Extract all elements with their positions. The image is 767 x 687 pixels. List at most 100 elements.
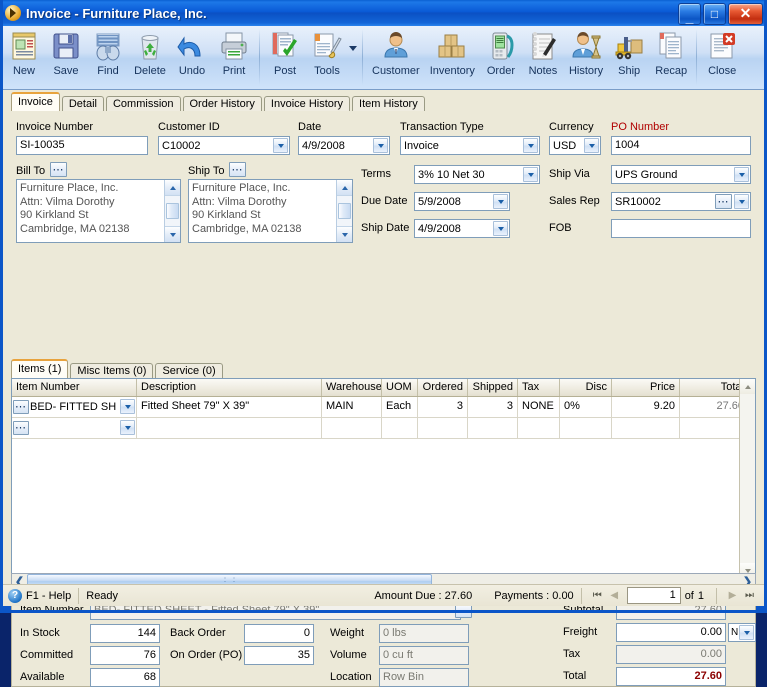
currency-combo[interactable]: USD (549, 136, 601, 155)
nav-prev-button[interactable]: ◀ (606, 588, 623, 604)
freight-input[interactable]: 0.00 (616, 623, 726, 642)
tab-commission[interactable]: Commission (105, 96, 181, 112)
toolbar-button-history[interactable]: History (564, 26, 608, 88)
sales-rep-lookup-button[interactable]: ⋯ (715, 194, 732, 209)
cell-description[interactable] (137, 418, 322, 438)
page-number-input[interactable]: 1 (626, 587, 681, 604)
back-order-input[interactable]: 0 (244, 624, 314, 643)
cell-description[interactable]: Fitted Sheet 79" X 39" (137, 397, 322, 417)
grid-col-ordered[interactable]: Ordered (418, 379, 468, 396)
chevron-down-icon[interactable] (523, 167, 538, 182)
weight-input[interactable]: 0 lbs (379, 624, 469, 643)
minimize-button[interactable]: _ (678, 3, 701, 25)
chevron-down-icon[interactable] (734, 167, 749, 182)
grid-col-disc[interactable]: Disc (560, 379, 612, 396)
cell-disc[interactable]: 0% (560, 397, 612, 417)
chevron-down-icon[interactable] (120, 399, 135, 414)
table-row[interactable]: ⋯ (12, 418, 755, 439)
bill-to-address[interactable]: Furniture Place, Inc. Attn: Vilma Doroth… (16, 179, 181, 243)
scrollbar-thumb[interactable] (166, 203, 179, 219)
table-row[interactable]: ⋯ BED- FITTED SHEE Fitted Sheet 79" X 39… (12, 397, 755, 418)
toolbar-button-post[interactable]: Post (264, 26, 306, 88)
ship-to-address[interactable]: Furniture Place, Inc. Attn: Vilma Doroth… (188, 179, 353, 243)
scroll-down-icon[interactable] (337, 226, 352, 242)
tools-dropdown-arrow[interactable] (348, 26, 358, 88)
cell-warehouse[interactable]: MAIN (322, 397, 382, 417)
chevron-down-icon[interactable] (584, 138, 599, 153)
grid-col-description[interactable]: Description (137, 379, 322, 396)
toolbar-button-tools[interactable]: Tools (306, 26, 348, 88)
grid-col-total[interactable]: Total (680, 379, 748, 396)
toolbar-button-recap[interactable]: Recap (650, 26, 692, 88)
bill-to-scrollbar[interactable] (164, 180, 180, 242)
grid-tab-misc-items[interactable]: Misc Items (0) (70, 363, 154, 379)
due-date-combo[interactable]: 5/9/2008 (414, 192, 510, 211)
chevron-down-icon[interactable] (273, 138, 288, 153)
cell-total[interactable]: 27.60 (680, 397, 748, 417)
toolbar-button-new[interactable]: New (3, 26, 45, 88)
ship-to-lookup-button[interactable]: ⋯ (229, 162, 246, 177)
cell-total[interactable] (680, 418, 748, 438)
tab-order-history[interactable]: Order History (182, 96, 262, 112)
grid-col-item-number[interactable]: Item Number (12, 379, 137, 396)
cell-item-number[interactable]: ⋯ BED- FITTED SHEE (12, 397, 137, 417)
tab-detail[interactable]: Detail (61, 96, 104, 112)
row-lookup-button[interactable]: ⋯ (13, 400, 29, 414)
tab-item-history[interactable]: Item History (352, 96, 425, 112)
in-stock-input[interactable]: 144 (90, 624, 160, 643)
row-lookup-button[interactable]: ⋯ (13, 421, 29, 435)
chevron-down-icon[interactable] (523, 138, 538, 153)
on-order-po-input[interactable]: 35 (244, 646, 314, 665)
chevron-down-icon[interactable] (734, 194, 749, 209)
fob-input[interactable] (611, 219, 751, 238)
grid-vertical-scrollbar[interactable] (739, 379, 755, 578)
sales-rep-combo[interactable]: SR10002 ⋯ (611, 192, 751, 211)
toolbar-button-delete[interactable]: Delete (129, 26, 171, 88)
chevron-down-icon[interactable] (120, 420, 135, 435)
toolbar-button-find[interactable]: Find (87, 26, 129, 88)
cell-ordered[interactable]: 3 (418, 397, 468, 417)
grid-col-shipped[interactable]: Shipped (468, 379, 518, 396)
cell-tax[interactable] (518, 418, 560, 438)
cell-price[interactable] (612, 418, 680, 438)
cell-price[interactable]: 9.20 (612, 397, 680, 417)
grid-col-price[interactable]: Price (612, 379, 680, 396)
tab-invoice-history[interactable]: Invoice History (263, 96, 351, 112)
cell-uom[interactable]: Each (382, 397, 418, 417)
items-grid[interactable]: Item Number Description Warehouse UOM Or… (11, 378, 756, 579)
volume-input[interactable]: 0 cu ft (379, 646, 469, 665)
tab-invoice[interactable]: Invoice (11, 92, 60, 111)
freight-taxable-combo[interactable]: N (728, 623, 756, 642)
cell-uom[interactable] (382, 418, 418, 438)
customer-id-combo[interactable]: C10002 (158, 136, 290, 155)
terms-combo[interactable]: 3% 10 Net 30 (414, 165, 540, 184)
invoice-number-input[interactable]: SI-10035 (16, 136, 148, 155)
toolbar-button-close[interactable]: Close (701, 26, 743, 88)
scroll-down-icon[interactable] (165, 226, 180, 242)
nav-last-button[interactable]: ⏭ (741, 588, 758, 604)
committed-input[interactable]: 76 (90, 646, 160, 665)
ship-to-scrollbar[interactable] (336, 180, 352, 242)
scrollbar-thumb[interactable] (338, 203, 351, 219)
ship-via-combo[interactable]: UPS Ground (611, 165, 751, 184)
toolbar-button-notes[interactable]: Notes (522, 26, 564, 88)
grid-col-tax[interactable]: Tax (518, 379, 560, 396)
chevron-down-icon[interactable] (493, 194, 508, 209)
cell-item-number[interactable]: ⋯ (12, 418, 137, 438)
scroll-up-icon[interactable] (740, 379, 755, 394)
toolbar-button-order[interactable]: Order (480, 26, 522, 88)
date-combo[interactable]: 4/9/2008 (298, 136, 390, 155)
toolbar-button-save[interactable]: Save (45, 26, 87, 88)
toolbar-button-inventory[interactable]: Inventory (425, 26, 480, 88)
scroll-up-icon[interactable] (165, 180, 180, 196)
cell-shipped[interactable]: 3 (468, 397, 518, 417)
status-help-label[interactable]: F1 - Help (26, 590, 71, 602)
po-number-input[interactable]: 1004 (611, 136, 751, 155)
cell-tax[interactable]: NONE (518, 397, 560, 417)
chevron-down-icon[interactable] (739, 625, 754, 640)
maximize-button[interactable]: □ (703, 3, 726, 25)
bill-to-lookup-button[interactable]: ⋯ (50, 162, 67, 177)
location-input[interactable]: Row Bin (379, 668, 469, 687)
transaction-type-combo[interactable]: Invoice (400, 136, 540, 155)
available-input[interactable]: 68 (90, 668, 160, 687)
